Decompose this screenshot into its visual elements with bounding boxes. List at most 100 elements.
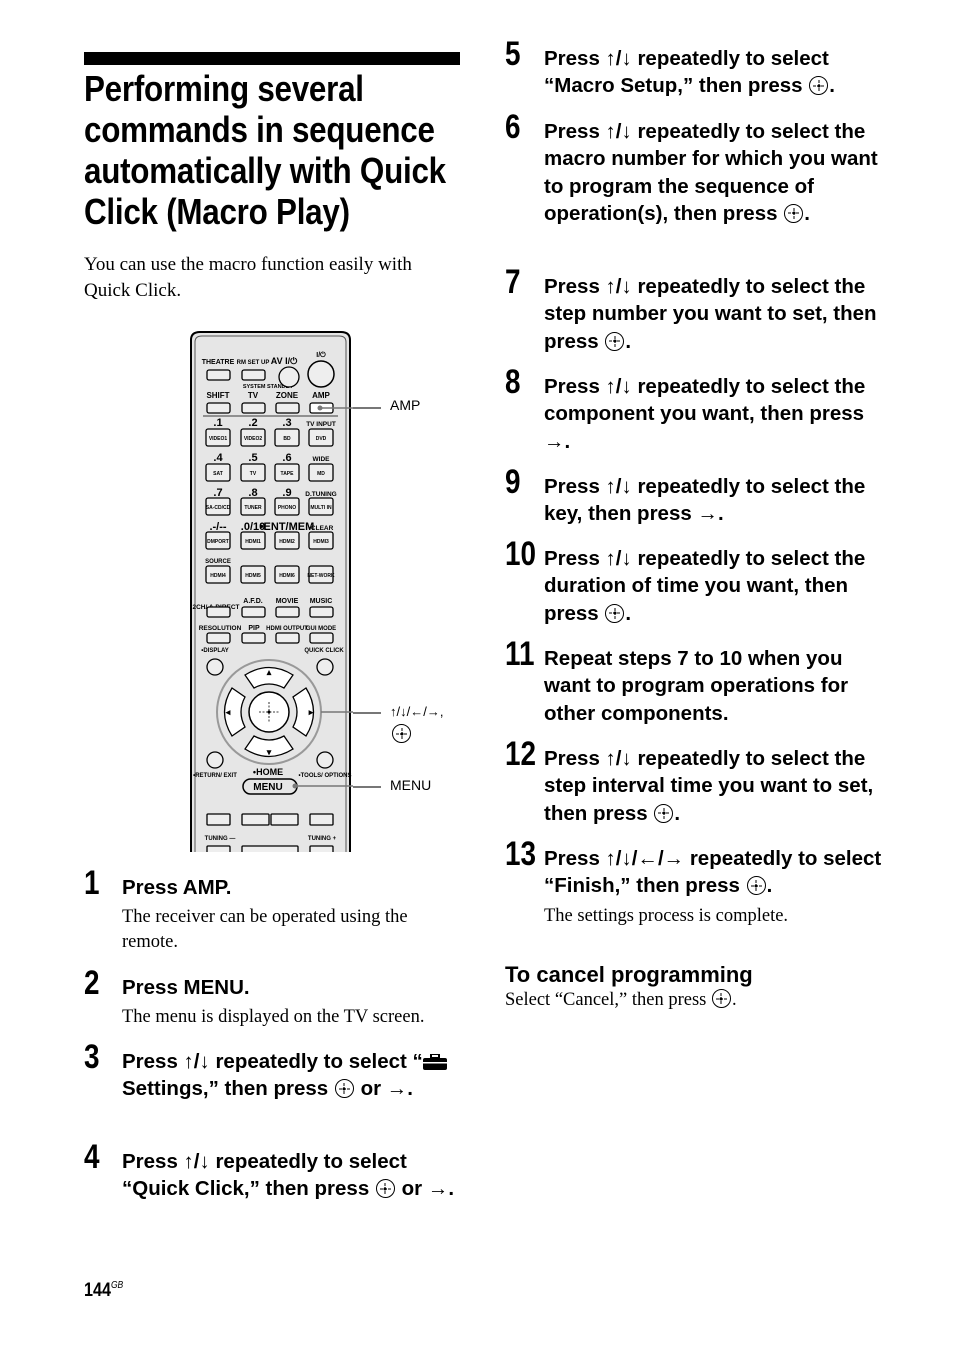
remote-number-label: .6: [282, 452, 291, 464]
remote-key-label: TUNER: [244, 505, 262, 511]
remote-label-hdmi-output: HDMI OUTPUT: [266, 626, 308, 632]
theatre-button: [206, 369, 231, 381]
remote-key-label: MULTI IN: [310, 505, 332, 511]
title-line: commands in sequence: [84, 109, 435, 150]
step-1: 1 Press AMP. The receiver can be operate…: [84, 866, 464, 955]
step-number: 2: [84, 964, 100, 1002]
remote-key-label: HDMI6: [279, 573, 295, 579]
svg-text:▸: ▸: [308, 707, 314, 717]
remote-key-label: DMPORT: [207, 539, 229, 545]
tv-button: [241, 402, 266, 414]
step-instruction: Press ↑/↓ repeatedly to select the step …: [544, 747, 874, 825]
remote-label-zone: ZONE: [276, 391, 299, 400]
remote-label-tuning-minus: TUNING —: [205, 836, 236, 842]
callout-enter-icon: [391, 724, 412, 745]
remote-key-label: MD: [317, 471, 325, 477]
remote-label-rmsetup: RM SET UP: [237, 360, 270, 366]
return-button: [206, 751, 224, 769]
callout-amp: AMP: [390, 397, 421, 413]
step-number: 8: [505, 363, 521, 401]
callout-menu-line: [353, 786, 381, 788]
remote-label-quick-click: QUICK CLICK: [304, 648, 344, 654]
remote-number-label: .2: [248, 417, 257, 429]
remote-label-power: I/⏻: [316, 351, 326, 359]
remote-label-shift: SHIFT: [206, 391, 229, 400]
enter-icon: [784, 203, 804, 223]
step-number: 1: [84, 864, 100, 902]
enter-icon: [605, 603, 625, 623]
remote-label-movie: MOVIE: [276, 598, 299, 605]
step-8: 8 Press ↑/↓ repeatedly to select the com…: [505, 365, 885, 455]
step-instruction: Press ↑/↓ repeatedly to select the macro…: [544, 120, 878, 225]
step-instruction: Press ↑/↓ repeatedly to select the step …: [544, 275, 877, 353]
remote-label-av: AV I/⏻: [271, 356, 298, 366]
step-instruction: Press ↑/↓ repeatedly to select the key, …: [544, 475, 866, 526]
step-10: 10 Press ↑/↓ repeatedly to select the du…: [505, 537, 885, 627]
step-7: 7 Press ↑/↓ repeatedly to select the ste…: [505, 265, 885, 355]
remote-key-label: TV: [250, 471, 257, 477]
remote-key-label: HDMI3: [313, 539, 329, 545]
step-number: 12: [505, 735, 537, 773]
title-line: Click (Macro Play): [84, 191, 350, 232]
callout-arrows: ↑/↓/←/→,: [390, 704, 444, 719]
enter-icon: [334, 1079, 354, 1099]
remote-number-label: .1: [213, 417, 222, 429]
step-instruction: Press ↑/↓ repeatedly to select “Settings…: [122, 1040, 464, 1103]
remote-number-label: .7: [213, 487, 222, 499]
step-5: 5 Press ↑/↓ repeatedly to select “Macro …: [505, 37, 885, 100]
remote-number-label: .4: [213, 452, 223, 464]
av-power-button: [278, 366, 300, 388]
step-number: 4: [84, 1138, 100, 1176]
step-number: 6: [505, 108, 521, 146]
step-description: The receiver can be operated using the r…: [122, 907, 408, 953]
step-3: 3 Press ↑/↓ repeatedly to select “Settin…: [84, 1040, 464, 1103]
step-13: 13 Press ↑/↓/←/→ repeatedly to select “F…: [505, 837, 885, 929]
remote-label-display: •DISPLAY: [201, 648, 229, 654]
remote-key-label: DVD: [316, 436, 327, 442]
svg-text:◂: ◂: [225, 707, 231, 717]
enter-icon: [375, 1179, 395, 1199]
remote-label-amp: AMP: [312, 391, 330, 400]
remote-label-afd: A.F.D.: [243, 598, 263, 605]
step-4: 4 Press ↑/↓ repeatedly to select “Quick …: [84, 1140, 464, 1203]
quick-click-button: [316, 658, 334, 676]
remote-key-label: BD: [283, 436, 291, 442]
remote-label-return: •RETURN/ EXIT: [193, 773, 237, 779]
rm-setup-button: [241, 369, 266, 381]
cancel-section: To cancel programming Select “Cancel,” t…: [505, 962, 885, 1013]
remote-number-label: •ENT/MEM: [260, 521, 315, 533]
step-6: 6 Press ↑/↓ repeatedly to select the mac…: [505, 110, 885, 227]
remote-number-label: TV INPUT: [306, 421, 336, 428]
power-button: [307, 360, 335, 388]
step-instruction: Press ↑/↓ repeatedly to select the compo…: [544, 375, 866, 453]
enter-icon: [746, 876, 766, 896]
remote-number-label: •CLEAR: [309, 525, 334, 532]
remote-number-label: .9: [282, 487, 291, 499]
shift-button: [206, 402, 231, 414]
remote-label-home: •HOME: [253, 767, 283, 777]
remote-number-label: .8: [248, 487, 257, 499]
svg-text:▴: ▴: [266, 667, 272, 677]
step-instruction: Press ↑/↓ repeatedly to select the durat…: [544, 547, 866, 625]
step-description: The settings process is complete.: [544, 905, 789, 926]
remote-key-label: HDMI5: [245, 573, 261, 579]
remote-label-gui-mode: GUI MODE: [306, 626, 336, 632]
step-instruction: Press ↑/↓ repeatedly to select “Quick Cl…: [122, 1150, 455, 1201]
cancel-text: Select “Cancel,” then press .: [505, 989, 737, 1010]
callout-amp-line: [353, 407, 381, 409]
enter-icon: [809, 76, 829, 96]
step-number: 7: [505, 263, 521, 301]
remote-label-resolution: RESOLUTION: [199, 625, 242, 632]
remote-key-label: TAPE: [281, 471, 295, 477]
step-description: The menu is displayed on the TV screen.: [122, 1007, 425, 1028]
tools-button: [316, 751, 334, 769]
remote-number-label: D.TUNING: [305, 491, 336, 498]
remote-number-label: .5: [248, 452, 257, 464]
remote-label-tools: •TOOLS/ OPTIONS: [299, 773, 352, 779]
zone-button: [275, 402, 300, 414]
remote-illustration: THEATRE RM SET UP AV I/⏻ I/⏻ SYSTEM STAN…: [188, 330, 353, 857]
title-line: automatically with Quick: [84, 150, 446, 191]
remote-key-label: VIDEO2: [244, 436, 263, 442]
remote-key-label: SA-CD/CD: [206, 505, 231, 511]
step-number: 11: [505, 635, 535, 673]
